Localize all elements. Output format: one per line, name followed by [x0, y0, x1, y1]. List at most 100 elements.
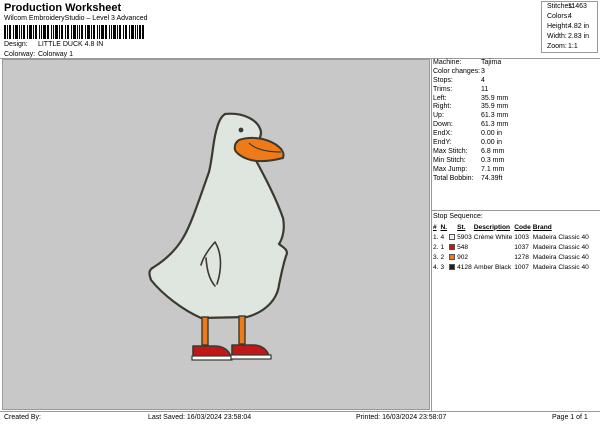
stop-sequence-panel: Stop Sequence: # N. St. Description Code… [433, 212, 598, 272]
row-brand: Madeira Classic 40 [532, 243, 589, 251]
stat-value: 11463 [568, 3, 587, 10]
info-value: 35.9 mm [481, 103, 509, 111]
printed-date: Printed: 16/03/2024 23:58:07 [356, 414, 447, 421]
stat-value: 4.82 in [568, 23, 590, 30]
info-value: 4 [481, 76, 485, 84]
page-number: Page 1 of 1 [552, 414, 588, 421]
info-value: 11 [481, 85, 489, 93]
info-value: Tajima [481, 59, 502, 66]
info-label: Up: [433, 112, 444, 120]
stat-value: 1:1 [568, 43, 578, 50]
info-label: Max Stitch: [433, 147, 468, 155]
row-stitches: 902 [457, 253, 469, 261]
col-header-st: St. [457, 223, 466, 231]
info-label: Total Bobbin: [433, 174, 474, 182]
table-row: 2. 1 548 1037 Madeira Classic 40 [433, 242, 591, 252]
row-swatch-cell [449, 232, 457, 242]
stitches-row: Stitches: 11463 [542, 2, 597, 12]
row-code: 1278 [514, 253, 529, 261]
info-row: Max Jump: 7.1 mm [433, 166, 598, 175]
height-row: Height: 4.82 in [542, 22, 597, 32]
col-header-description: Description [473, 223, 511, 231]
info-label: Max Jump: [433, 165, 468, 173]
info-label: Down: [433, 121, 453, 129]
col-header-swatch [449, 222, 457, 232]
info-row: EndY: 0.00 in [433, 139, 598, 148]
colorway-label: Colorway: [4, 51, 36, 58]
info-label: Min Stitch: [433, 156, 466, 164]
stat-label: Width: [547, 33, 567, 40]
duck-right-leg [238, 315, 246, 345]
row-brand: Madeira Classic 40 [532, 253, 589, 261]
duck-left-leg [201, 316, 209, 346]
col-header-brand: Brand [532, 223, 552, 231]
colorway-value: Colorway 1 [37, 51, 73, 58]
footer-bar: Created By: Last Saved: 16/03/2024 23:58… [0, 412, 600, 424]
design-row: Design: LITTLE DUCK 4.8 IN [4, 41, 103, 48]
row-description [474, 242, 514, 252]
info-value: 6.8 mm [481, 147, 505, 155]
row-swatch-cell [449, 262, 457, 272]
table-header-row: # N. St. Description Code Brand [433, 222, 591, 232]
row-needle: 2 [440, 253, 445, 261]
last-saved: Last Saved: 16/03/2024 23:58:04 [148, 414, 252, 421]
info-value: 35.9 mm [481, 94, 509, 102]
info-value: 74.39ft [481, 174, 503, 182]
row-num: 2. [433, 243, 439, 251]
col-header-num: # [433, 223, 437, 231]
info-row: Trims: 11 [433, 86, 598, 95]
info-row: Color changes: 3 [433, 68, 598, 77]
info-value: 3 [481, 67, 485, 75]
row-description [474, 252, 514, 262]
table-row: 1. 4 5903 Crème White 1003 Madeira Class… [433, 232, 591, 242]
info-label: Machine: [433, 59, 462, 66]
row-description: Crème White [473, 233, 513, 241]
row-swatch-cell [449, 242, 457, 252]
row-stitches: 548 [457, 243, 469, 251]
created-by: Created By: [4, 414, 41, 421]
row-num: 3. [433, 253, 439, 261]
info-row: Right: 35.9 mm [433, 103, 598, 112]
color-swatch [449, 263, 456, 270]
info-row: EndX: 0.00 in [433, 130, 598, 139]
row-needle: 1 [440, 243, 445, 251]
row-code: 1003 [514, 233, 529, 241]
info-label: Stops: [433, 76, 453, 84]
sheet-title: Production Worksheet [4, 2, 122, 14]
table-row: 4. 3 4128 Amber Black 1007 Madeira Class… [433, 262, 591, 272]
col-header-code: Code [514, 223, 531, 231]
row-swatch-cell [449, 252, 457, 262]
stat-label: Height: [547, 23, 570, 30]
software-name: Wilcom EmbroideryStudio – Level 3 Advanc… [4, 15, 148, 22]
duck-embroidery [148, 112, 288, 361]
summary-stats-box: Stitches: 11463 Colors: 4 Height: 4.82 in W… [541, 1, 598, 53]
row-brand: Madeira Classic 40 [532, 263, 589, 271]
row-num: 1. [433, 233, 439, 241]
info-label: Color changes: [433, 67, 481, 75]
design-label: Design: [4, 41, 28, 48]
info-value: 61.3 mm [481, 112, 509, 120]
info-value: 0.00 in [481, 130, 503, 138]
barcode-graphic [4, 25, 144, 39]
right-shoe-sole [230, 354, 272, 360]
stat-label: Stitches: [547, 3, 574, 10]
zoom-row: Zoom: 1:1 [542, 42, 597, 52]
info-label: EndY: [433, 139, 452, 147]
colorway-row: Colorway: Colorway 1 [4, 51, 73, 58]
info-value: 7.1 mm [481, 165, 505, 173]
info-row: Left: 35.9 mm [433, 95, 598, 104]
color-swatch [449, 243, 456, 250]
row-code: 1007 [514, 263, 529, 271]
machine-info-panel: Machine: Tajima Color changes: 3 Stops: 4 T… [433, 59, 598, 183]
row-num: 4. [433, 263, 439, 271]
info-row: Stops: 4 [433, 77, 598, 86]
info-label: Trims: [433, 85, 453, 93]
col-header-n: N. [440, 223, 448, 231]
design-preview [2, 59, 430, 410]
info-label: Right: [433, 103, 452, 111]
design-value: LITTLE DUCK 4.8 IN [37, 41, 104, 48]
info-row: Machine: Tajima [433, 59, 598, 68]
info-row: Total Bobbin: 74.39ft [433, 175, 598, 184]
row-description: Amber Black [473, 263, 512, 271]
row-needle: 3 [440, 263, 445, 271]
